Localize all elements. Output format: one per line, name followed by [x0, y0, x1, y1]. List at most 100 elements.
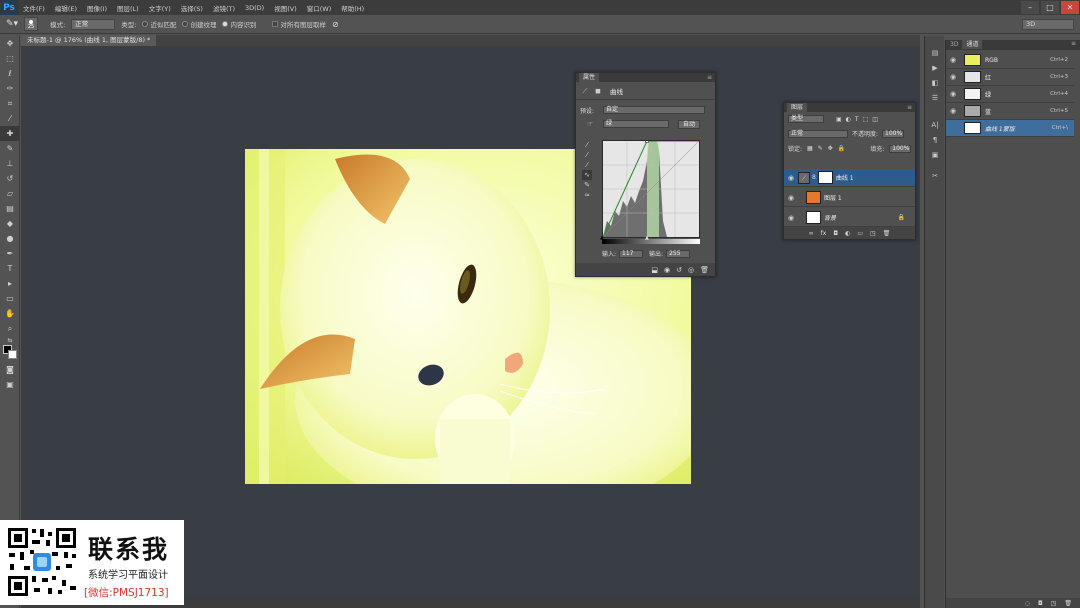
menu-image[interactable]: 图像(I) — [82, 3, 112, 13]
character-icon[interactable]: A| — [925, 118, 945, 133]
target-adjust-icon[interactable]: ☞ — [580, 119, 600, 129]
link-icon[interactable]: 8 — [812, 174, 816, 181]
paragraph-icon[interactable]: ¶ — [925, 133, 945, 148]
radio-content-aware[interactable]: 内容识别 — [222, 19, 256, 29]
screen-mode-icon[interactable]: ▣ — [0, 377, 20, 392]
fx-icon[interactable]: fx — [821, 230, 827, 237]
tools-presets-icon[interactable]: ✂ — [925, 169, 945, 184]
output-field[interactable]: 255 — [666, 249, 691, 258]
dodge-tool-icon[interactable]: ● — [0, 231, 20, 246]
tab-3d[interactable]: 3D — [946, 40, 963, 49]
menu-edit[interactable]: 编辑(E) — [50, 3, 82, 13]
stamp-tool-icon[interactable]: ⊥ — [0, 156, 20, 171]
filter-pixel-icon[interactable]: ▣ — [836, 116, 842, 123]
channel-row-rgb[interactable]: ◉ RGB Ctrl+2 — [946, 52, 1074, 69]
layers-tab[interactable]: 图层 — [787, 103, 808, 112]
path-select-tool-icon[interactable]: ▸ — [0, 276, 20, 291]
eye-icon[interactable]: ◉ — [784, 214, 798, 222]
menu-filter[interactable]: 滤镜(T) — [208, 3, 240, 13]
close-icon[interactable]: ✕ — [1061, 1, 1079, 14]
reset-icon[interactable]: ↺ — [676, 266, 682, 274]
quick-select-tool-icon[interactable]: ✑ — [0, 81, 20, 96]
filter-type-icon[interactable]: T — [855, 116, 859, 123]
link-layers-icon[interactable]: ∞ — [809, 230, 814, 237]
eraser-tool-icon[interactable]: ▱ — [0, 186, 20, 201]
crop-tool-icon[interactable]: ⌗ — [0, 96, 20, 111]
lock-all-icon[interactable]: 🔒 — [838, 145, 845, 152]
save-selection-icon[interactable]: ◘ — [1038, 600, 1043, 607]
curves-graph[interactable] — [602, 139, 700, 238]
channel-row-mask[interactable]: ◉ 曲线 1蒙版 Ctrl+\ — [946, 120, 1074, 137]
type-tool-icon[interactable]: T — [0, 261, 20, 276]
actions-icon[interactable]: ▶ — [925, 61, 945, 76]
menu-help[interactable]: 帮助(H) — [336, 3, 369, 13]
menu-select[interactable]: 选择(S) — [176, 3, 208, 13]
eye-icon[interactable]: ◉ — [946, 56, 960, 64]
menu-view[interactable]: 视图(V) — [269, 3, 302, 13]
mask-icon[interactable]: ◼ — [593, 86, 603, 96]
radio-proximity-match[interactable]: 近似匹配 — [142, 19, 176, 29]
properties-icon[interactable]: ☰ — [925, 91, 945, 106]
gradient-tool-icon[interactable]: ▤ — [0, 201, 20, 216]
document-tab[interactable]: 未标题-1 @ 176% (曲线 1, 图层蒙版/8) * — [21, 35, 157, 46]
workspace-select[interactable]: 3D — [1022, 19, 1074, 30]
gray-point-eyedropper-icon[interactable]: ⁄ — [582, 150, 592, 160]
view-previous-icon[interactable]: ◉ — [664, 266, 670, 274]
adjustments-icon[interactable]: ◧ — [925, 76, 945, 91]
add-mask-icon[interactable]: ◘ — [833, 230, 838, 237]
load-selection-icon[interactable]: ◌ — [1025, 600, 1030, 607]
fill-field[interactable]: 100% — [889, 144, 912, 153]
maximize-icon[interactable]: □ — [1041, 1, 1059, 14]
new-layer-icon[interactable]: ◳ — [870, 230, 876, 237]
panel-menu-icon[interactable]: ≡ — [907, 104, 912, 111]
lock-image-icon[interactable]: ✎ — [818, 145, 823, 152]
menu-type[interactable]: 文字(Y) — [144, 3, 176, 13]
blur-tool-icon[interactable]: ◆ — [0, 216, 20, 231]
delete-channel-icon[interactable]: 🗑 — [1064, 600, 1072, 607]
layer-row-layer1[interactable]: ◉ 图层 1 — [784, 189, 915, 207]
preset-select[interactable]: 自定 — [603, 106, 705, 114]
new-adjustment-icon[interactable]: ◐ — [845, 230, 850, 237]
lock-transparent-icon[interactable]: ▦ — [807, 145, 813, 152]
panel-menu-icon[interactable]: ≡ — [707, 74, 712, 81]
move-tool-icon[interactable]: ✥ — [0, 36, 20, 51]
new-group-icon[interactable]: ▭ — [857, 230, 863, 237]
brush-tool-icon[interactable]: ✎ — [0, 141, 20, 156]
black-point-eyedropper-icon[interactable]: ⁄ — [582, 140, 592, 150]
panel-menu-icon[interactable]: ≡ — [1071, 40, 1076, 50]
delete-icon[interactable]: 🗑 — [700, 266, 709, 274]
quick-mask-icon[interactable]: ◙ — [0, 362, 20, 377]
eye-icon[interactable]: ◉ — [946, 90, 960, 98]
lock-position-icon[interactable]: ✥ — [828, 145, 833, 152]
marquee-tool-icon[interactable]: ⬚ — [0, 51, 20, 66]
pressure-icon[interactable]: ⊘ — [332, 20, 339, 29]
brush-preset-picker[interactable]: 25 — [24, 17, 39, 31]
filter-adjust-icon[interactable]: ◐ — [846, 116, 851, 123]
opacity-field[interactable]: 100% — [882, 129, 905, 138]
input-field[interactable]: 117 — [619, 249, 644, 258]
filter-shape-icon[interactable]: ⬚ — [863, 116, 869, 123]
menu-layer[interactable]: 图层(L) — [112, 3, 144, 13]
smooth-curve-icon[interactable]: ≈ — [582, 190, 592, 200]
styles-icon[interactable]: ▣ — [925, 148, 945, 163]
mode-select[interactable]: 正常 — [71, 18, 116, 30]
hand-tool-icon[interactable]: ✋ — [0, 306, 20, 321]
zoom-tool-icon[interactable]: ⌕ — [0, 321, 20, 336]
radio-create-texture[interactable]: 创建纹理 — [182, 19, 216, 29]
history-icon[interactable]: ▤ — [925, 46, 945, 61]
eye-icon[interactable]: ◉ — [946, 73, 960, 81]
shape-tool-icon[interactable]: ▭ — [0, 291, 20, 306]
black-slider-icon[interactable]: ▲ — [600, 235, 606, 241]
swap-colors-icon[interactable]: ⇆ — [0, 336, 20, 344]
delete-layer-icon[interactable]: 🗑 — [883, 230, 891, 237]
tab-channels[interactable]: 通道 — [962, 40, 983, 49]
spot-healing-brush-icon[interactable]: ✎▾ — [6, 19, 18, 29]
filter-smart-icon[interactable]: ◫ — [872, 116, 878, 123]
channel-row-green[interactable]: ◉ 绿 Ctrl+4 — [946, 86, 1074, 103]
minimize-icon[interactable]: – — [1021, 1, 1039, 14]
channel-row-red[interactable]: ◉ 红 Ctrl+3 — [946, 69, 1074, 86]
layer-row-curves[interactable]: ◉ ⟋ 8 曲线 1 — [784, 169, 915, 187]
layer-row-background[interactable]: ◉ 背景 🔒 — [784, 209, 915, 227]
history-brush-tool-icon[interactable]: ↺ — [0, 171, 20, 186]
auto-button[interactable]: 自动 — [678, 119, 701, 129]
